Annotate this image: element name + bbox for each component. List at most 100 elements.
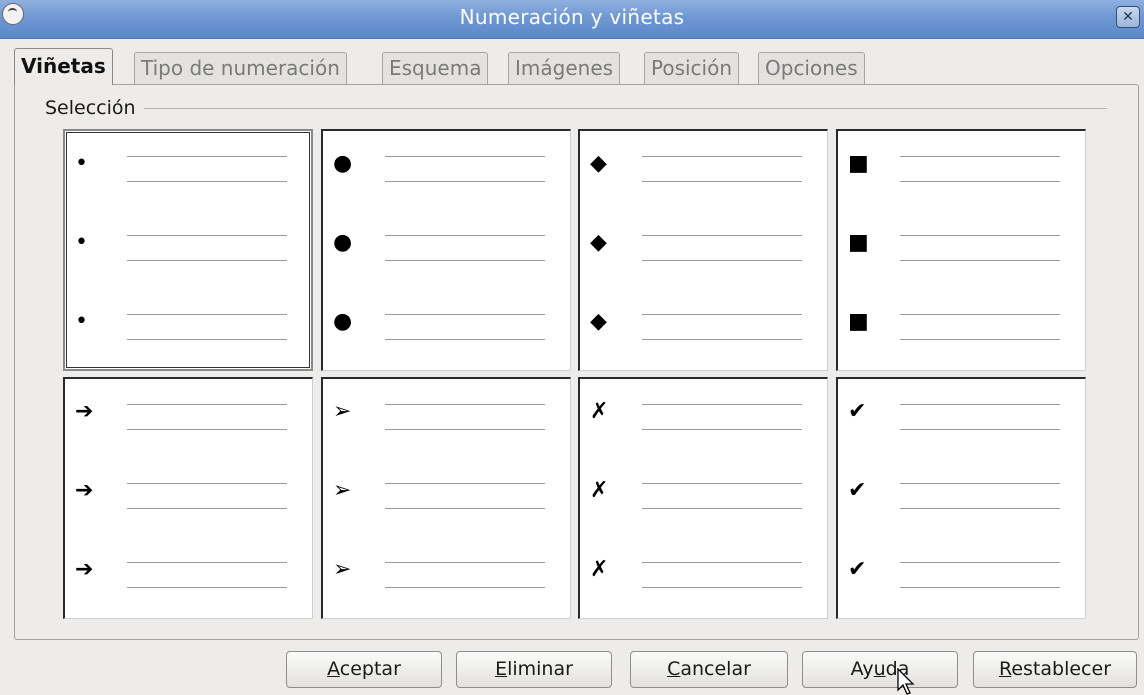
placeholder-line — [385, 260, 545, 261]
placeholder-line — [385, 314, 545, 315]
bullet-option-large-dot[interactable]: ● ● ● — [321, 129, 571, 371]
placeholder-line — [385, 429, 545, 430]
accept-label: ceptar — [339, 658, 401, 680]
placeholder-line — [642, 339, 802, 340]
bullet-preview-line: • — [65, 307, 311, 347]
placeholder-line — [127, 314, 287, 315]
placeholder-line — [127, 587, 287, 588]
cross-icon: ✗ — [590, 399, 609, 424]
bullet-preview-line: ✔ — [838, 397, 1085, 437]
checkmark-icon: ✔ — [848, 399, 867, 424]
tab-opciones[interactable]: Opciones — [758, 52, 865, 84]
placeholder-line — [900, 235, 1060, 236]
placeholder-line — [642, 404, 802, 405]
arrow-icon: ➔ — [75, 399, 94, 424]
window-title: Numeración y viñetas — [459, 5, 685, 29]
section-legend: Selección — [45, 97, 144, 119]
placeholder-line — [900, 156, 1060, 157]
cross-icon: ✗ — [590, 478, 609, 503]
small-dot-icon: • — [75, 151, 88, 176]
checkmark-icon: ✔ — [848, 557, 867, 582]
placeholder-line — [385, 181, 545, 182]
bullet-preview-line: ➔ — [65, 555, 312, 595]
placeholder-line — [127, 508, 287, 509]
bullet-preview-line: ✔ — [838, 555, 1085, 595]
placeholder-line — [900, 181, 1060, 182]
accept-button[interactable]: Aceptar — [286, 651, 442, 688]
arrow-icon: ➔ — [75, 478, 94, 503]
placeholder-line — [642, 235, 802, 236]
placeholder-line — [127, 235, 287, 236]
title-bar: Numeración y viñetas ✕ — [0, 0, 1144, 39]
diamond-icon: ◆ — [590, 151, 607, 176]
bullet-preview-line: ◆ — [580, 228, 827, 268]
bullet-preview-line: ● — [323, 228, 570, 268]
bullet-preview-line: ■ — [838, 228, 1085, 268]
bullet-option-checkmark[interactable]: ✔ ✔ ✔ — [836, 377, 1086, 619]
close-button[interactable]: ✕ — [1116, 6, 1140, 28]
reset-label: establecer — [1011, 658, 1112, 680]
arrowhead-icon: ➢ — [333, 557, 352, 582]
cross-icon: ✗ — [590, 557, 609, 582]
placeholder-line — [385, 587, 545, 588]
placeholder-line — [900, 587, 1060, 588]
bullet-option-diamond[interactable]: ◆ ◆ ◆ — [578, 129, 828, 371]
bullet-preview-line: ◆ — [580, 307, 827, 347]
placeholder-line — [900, 404, 1060, 405]
placeholder-line — [900, 429, 1060, 430]
placeholder-line — [127, 156, 287, 157]
placeholder-line — [642, 508, 802, 509]
mouse-pointer-icon — [897, 668, 915, 695]
delete-mnemonic: E — [495, 658, 508, 680]
section-divider — [49, 108, 1107, 109]
help-button[interactable]: Ayuda — [802, 651, 958, 688]
placeholder-line — [900, 260, 1060, 261]
bullet-option-square[interactable]: ■ ■ ■ — [836, 129, 1086, 371]
bullet-option-arrowhead[interactable]: ➢ ➢ ➢ — [321, 377, 571, 619]
bullet-option-arrow[interactable]: ➔ ➔ ➔ — [63, 377, 313, 619]
arrow-icon: ➔ — [75, 557, 94, 582]
square-icon: ■ — [848, 151, 869, 176]
bullet-preview-line: ✗ — [580, 397, 827, 437]
bullet-preview-line: ✔ — [838, 476, 1085, 516]
arrowhead-icon: ➢ — [333, 399, 352, 424]
placeholder-line — [642, 260, 802, 261]
placeholder-line — [385, 404, 545, 405]
placeholder-line — [642, 181, 802, 182]
tab-esquema[interactable]: Esquema — [382, 52, 489, 84]
large-dot-icon: ● — [333, 309, 353, 334]
placeholder-line — [385, 235, 545, 236]
bullet-preview-line: ◆ — [580, 149, 827, 189]
bullet-preview-line: ■ — [838, 307, 1085, 347]
delete-label: liminar — [507, 658, 573, 680]
placeholder-line — [900, 562, 1060, 563]
placeholder-line — [127, 260, 287, 261]
square-icon: ■ — [848, 230, 869, 255]
placeholder-line — [642, 156, 802, 157]
bullet-option-small-dot[interactable]: • • • — [63, 129, 313, 371]
placeholder-line — [642, 562, 802, 563]
cancel-mnemonic: C — [667, 658, 681, 680]
placeholder-line — [900, 483, 1060, 484]
placeholder-line — [385, 156, 545, 157]
placeholder-line — [127, 562, 287, 563]
small-dot-icon: • — [75, 309, 88, 334]
placeholder-line — [127, 404, 287, 405]
reset-button[interactable]: Restablecer — [973, 651, 1137, 688]
placeholder-line — [127, 483, 287, 484]
tab-imagenes[interactable]: Imágenes — [508, 52, 621, 84]
tab-posicion[interactable]: Posición — [644, 52, 740, 84]
tab-vinetas[interactable]: Viñetas — [14, 48, 113, 85]
tab-tipo-de-numeracion[interactable]: Tipo de numeración — [134, 52, 347, 84]
help-label-pre: Ay — [850, 658, 874, 680]
placeholder-line — [385, 508, 545, 509]
cancel-button[interactable]: Cancelar — [630, 651, 788, 688]
bullet-preview-line: ➢ — [323, 476, 570, 516]
reset-mnemonic: R — [998, 658, 1012, 680]
bullet-preview-line: ✗ — [580, 476, 827, 516]
delete-button[interactable]: Eliminar — [456, 651, 612, 688]
diamond-icon: ◆ — [590, 309, 607, 334]
bullet-option-cross[interactable]: ✗ ✗ ✗ — [578, 377, 828, 619]
placeholder-line — [127, 429, 287, 430]
large-dot-icon: ● — [333, 230, 353, 255]
